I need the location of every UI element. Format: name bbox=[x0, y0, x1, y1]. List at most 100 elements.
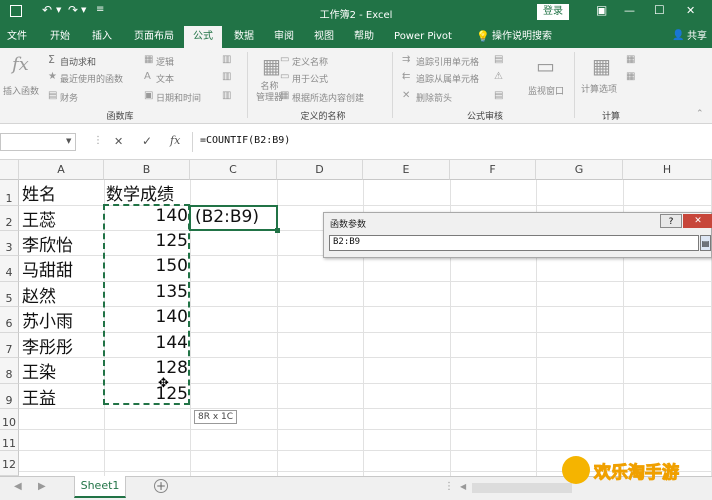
tab-formulas[interactable]: 公式 bbox=[184, 26, 222, 48]
row-header-11[interactable]: 11 bbox=[0, 430, 19, 451]
column-header-h[interactable]: H bbox=[623, 160, 712, 180]
row-header-8[interactable]: 8 bbox=[0, 358, 19, 384]
row-header-9[interactable]: 9 bbox=[0, 384, 19, 409]
column-header-f[interactable]: F bbox=[450, 160, 536, 180]
row-header-3[interactable]: 3 bbox=[0, 231, 19, 256]
tab-home[interactable]: 开始 bbox=[42, 26, 78, 48]
column-header-b[interactable]: B bbox=[104, 160, 190, 180]
financial-button[interactable]: 财务 bbox=[60, 91, 78, 104]
sheet-scroll-right-icon[interactable]: ▶ bbox=[38, 481, 46, 492]
row-header-2[interactable]: 2 bbox=[0, 206, 19, 231]
insert-function-button[interactable]: 插入函数 bbox=[3, 84, 39, 97]
fill-handle[interactable] bbox=[275, 228, 280, 233]
show-formulas-icon[interactable]: ▤ bbox=[494, 54, 503, 65]
cell-a2[interactable]: 王蕊 bbox=[22, 206, 56, 231]
separator bbox=[247, 52, 248, 118]
more-functions-icon[interactable]: ▥ bbox=[222, 54, 231, 65]
row-header-10[interactable]: 10 bbox=[0, 409, 19, 430]
tab-data[interactable]: 数据 bbox=[226, 26, 262, 48]
tab-page-layout[interactable]: 页面布局 bbox=[126, 26, 182, 48]
tab-help[interactable]: 帮助 bbox=[346, 26, 382, 48]
trace-precedents-button[interactable]: 追踪引用单元格 bbox=[416, 55, 479, 68]
calc-options-button[interactable]: 计算选项 bbox=[581, 82, 617, 95]
calc-options-icon: ▦ bbox=[592, 54, 611, 78]
tab-review[interactable]: 审阅 bbox=[266, 26, 302, 48]
cancel-icon[interactable]: ✕ bbox=[114, 135, 123, 148]
trace-dependents-button[interactable]: 追踪从属单元格 bbox=[416, 72, 479, 85]
recent-functions-button[interactable]: 最近使用的函数 bbox=[60, 72, 123, 85]
collapse-ribbon-icon[interactable]: ⌃ bbox=[696, 109, 704, 119]
add-sheet-button[interactable]: + bbox=[154, 479, 168, 493]
tell-me-search[interactable]: 操作说明搜索 bbox=[490, 26, 554, 48]
calculate-now-icon[interactable]: ▦ bbox=[626, 54, 635, 65]
cursor-icon: ✥ bbox=[158, 376, 169, 391]
maximize-icon[interactable]: ☐ bbox=[654, 3, 665, 17]
enter-icon[interactable]: ✓ bbox=[142, 134, 152, 148]
select-all-corner[interactable] bbox=[0, 160, 19, 180]
close-icon[interactable]: ✕ bbox=[686, 4, 695, 17]
horizontal-scroll-left-icon[interactable]: ◀ bbox=[460, 482, 466, 491]
logical-button[interactable]: 逻辑 bbox=[156, 55, 174, 68]
formula-input[interactable]: =COUNTIF(B2:B9) bbox=[200, 135, 290, 146]
define-name-button[interactable]: 定义名称 bbox=[292, 55, 328, 68]
sheet-tab-sheet1[interactable]: Sheet1 bbox=[74, 476, 126, 498]
text-button[interactable]: 文本 bbox=[156, 72, 174, 85]
cell-a6[interactable]: 苏小雨 bbox=[22, 307, 73, 332]
horizontal-scrollbar[interactable] bbox=[472, 483, 572, 493]
range-size-tooltip: 8R x 1C bbox=[194, 410, 238, 424]
formula-bar: ▼ ⋮ ✕ ✓ fx =COUNTIF(B2:B9) bbox=[0, 124, 712, 160]
cell-a1[interactable]: 姓名 bbox=[22, 180, 56, 205]
use-in-formula-button[interactable]: 用于公式 bbox=[292, 72, 328, 85]
cell-a5[interactable]: 赵然 bbox=[22, 282, 56, 307]
sheet-options-icon[interactable]: ⋮ bbox=[444, 481, 454, 492]
watermark-text: 欢乐淘手游 bbox=[594, 463, 680, 484]
create-from-selection-button[interactable]: 根据所选内容创建 bbox=[292, 91, 364, 104]
tab-insert[interactable]: 插入 bbox=[84, 26, 120, 48]
dialog-range-input[interactable]: B2:B9 bbox=[329, 235, 699, 251]
share-button[interactable]: 共享 bbox=[684, 26, 710, 48]
math-icon[interactable]: ▥ bbox=[222, 90, 231, 101]
tab-view[interactable]: 视图 bbox=[306, 26, 342, 48]
cell-a9[interactable]: 王益 bbox=[22, 384, 56, 409]
column-header-d[interactable]: D bbox=[277, 160, 363, 180]
row-header-6[interactable]: 6 bbox=[0, 307, 19, 333]
name-manager-button[interactable]: 名称 管理器 bbox=[256, 82, 283, 104]
tab-power-pivot[interactable]: Power Pivot bbox=[390, 26, 456, 48]
error-checking-icon[interactable]: ⚠ bbox=[494, 71, 503, 82]
row-header-7[interactable]: 7 bbox=[0, 333, 19, 358]
tab-file[interactable]: 文件 bbox=[0, 26, 34, 48]
calculate-sheet-icon[interactable]: ▦ bbox=[626, 71, 635, 82]
column-header-g[interactable]: G bbox=[536, 160, 623, 180]
cell-a4[interactable]: 马甜甜 bbox=[22, 256, 73, 281]
evaluate-formula-icon[interactable]: ▤ bbox=[494, 90, 503, 101]
sheet-scroll-left-icon[interactable]: ◀ bbox=[14, 481, 22, 492]
cell-a7[interactable]: 李彤彤 bbox=[22, 333, 73, 358]
insert-function-fx-icon[interactable]: fx bbox=[170, 134, 180, 147]
dialog-close-button[interactable]: ✕ bbox=[683, 214, 712, 228]
row-header-4[interactable]: 4 bbox=[0, 256, 19, 282]
column-header-c[interactable]: C bbox=[190, 160, 277, 180]
ribbon-display-options-icon[interactable]: ▣ bbox=[596, 3, 607, 17]
remove-arrows-button[interactable]: 删除箭头 bbox=[416, 91, 452, 104]
dialog-help-button[interactable]: ? bbox=[660, 214, 682, 228]
cell-a8[interactable]: 王染 bbox=[22, 358, 56, 383]
group-defined-names-label: 定义的名称 bbox=[300, 112, 346, 122]
datetime-button[interactable]: 日期和时间 bbox=[156, 91, 201, 104]
watch-window-button[interactable]: 监视窗口 bbox=[528, 84, 564, 97]
cell-b1[interactable]: 数学成绩 bbox=[106, 180, 174, 205]
row-header-12[interactable]: 12 bbox=[0, 451, 19, 476]
row-header-1[interactable]: 1 bbox=[0, 180, 19, 206]
minimize-icon[interactable]: — bbox=[624, 4, 635, 17]
row-header-5[interactable]: 5 bbox=[0, 282, 19, 307]
column-header-a[interactable]: A bbox=[19, 160, 104, 180]
expand-dialog-icon[interactable]: ▤ bbox=[700, 235, 711, 251]
worksheet-grid[interactable]: A B C D E F G H 1 2 3 4 5 6 7 8 9 10 11 … bbox=[0, 160, 712, 476]
login-button[interactable]: 登录 bbox=[537, 4, 569, 20]
column-header-e[interactable]: E bbox=[363, 160, 450, 180]
cell-a3[interactable]: 李欣怡 bbox=[22, 231, 73, 256]
lookup-icon[interactable]: ▥ bbox=[222, 71, 231, 82]
share-icon[interactable]: 👤 bbox=[672, 30, 684, 41]
autosum-button[interactable]: 自动求和 bbox=[60, 55, 96, 68]
name-box-dropdown-icon[interactable]: ▼ bbox=[66, 137, 71, 145]
name-box[interactable] bbox=[0, 133, 76, 151]
